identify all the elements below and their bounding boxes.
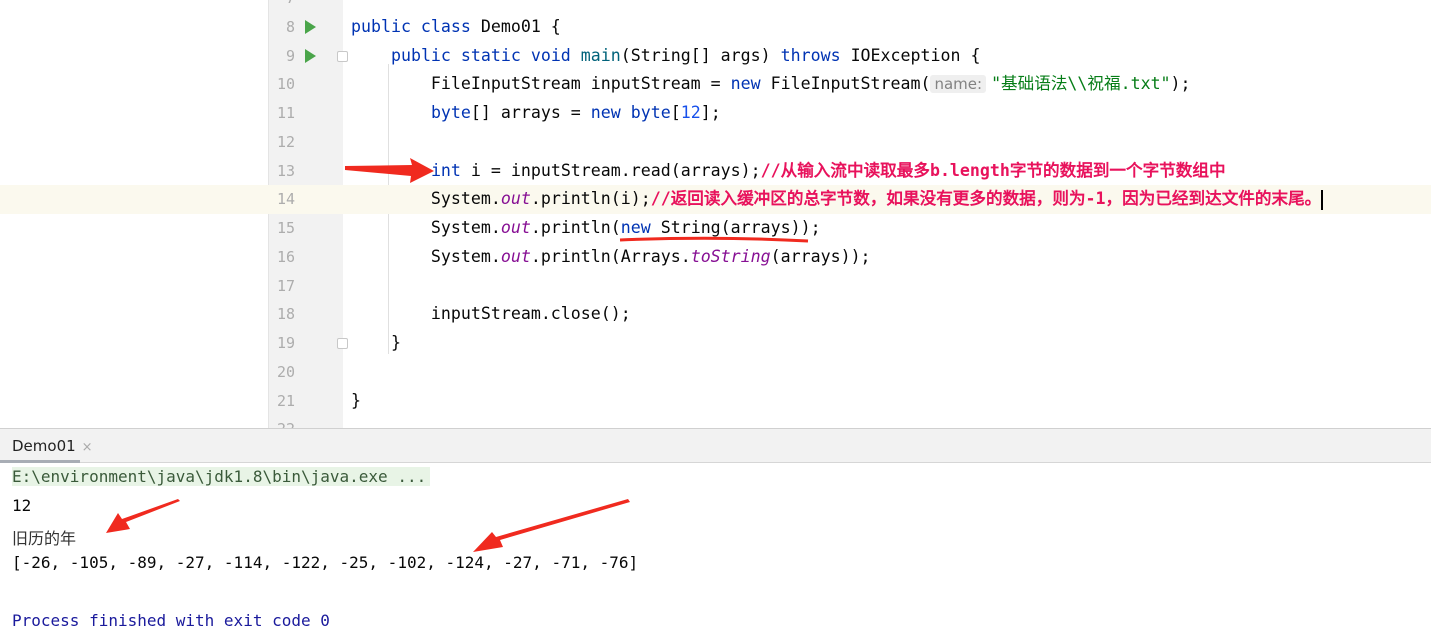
arrow-annotation xyxy=(106,499,180,533)
annotations xyxy=(106,158,809,552)
underline-annotation xyxy=(619,236,809,243)
arrow-annotation xyxy=(345,158,434,183)
arrow-annotation xyxy=(473,499,630,552)
